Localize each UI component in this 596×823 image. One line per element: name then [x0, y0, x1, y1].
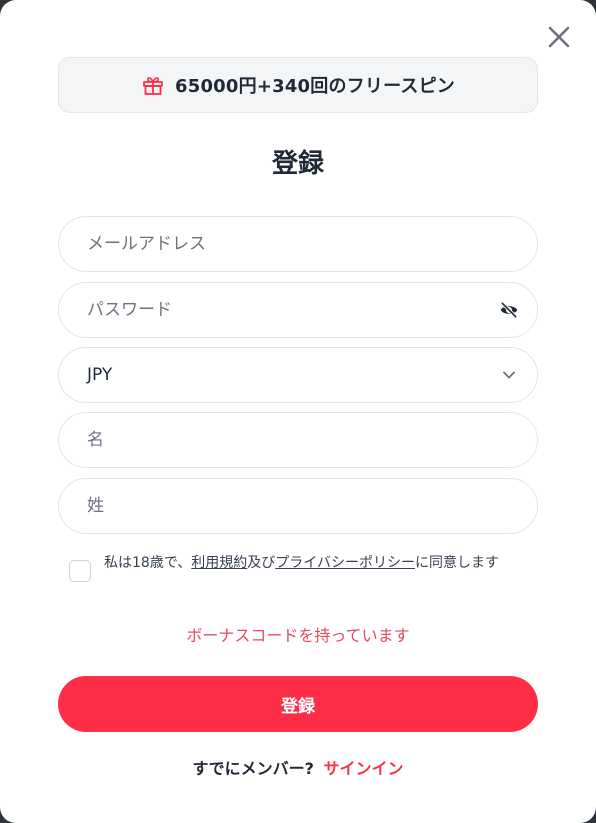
- consent-and: 及び: [247, 555, 276, 571]
- signin-link[interactable]: サインイン: [324, 759, 404, 778]
- signin-row: すでにメンバー? サインイン: [0, 755, 596, 779]
- first-name-field: [58, 412, 538, 468]
- bonus-text: 65000円+340回のフリースピン: [175, 76, 455, 97]
- close-icon: [548, 26, 570, 48]
- consent-prefix: 私は18歳で、: [104, 555, 192, 571]
- consent-suffix: に同意します: [415, 555, 499, 571]
- close-button[interactable]: [546, 24, 572, 50]
- chevron-down-icon: [503, 371, 515, 379]
- registration-modal: 65000円+340回のフリースピン 登録 JPY 私は18歳で、利用規約及びプ…: [0, 0, 596, 823]
- eye-off-icon[interactable]: [499, 300, 519, 320]
- password-input[interactable]: [87, 283, 487, 337]
- terms-consent-text: 私は18歳で、利用規約及びプライバシーポリシーに同意します: [104, 553, 544, 573]
- bonus-banner: 65000円+340回のフリースピン: [58, 57, 538, 113]
- last-name-field: [58, 478, 538, 534]
- register-button[interactable]: 登録: [58, 676, 538, 732]
- gift-icon: [143, 77, 163, 95]
- email-input[interactable]: [87, 217, 487, 271]
- terms-checkbox[interactable]: [69, 560, 91, 582]
- first-name-input[interactable]: [87, 413, 487, 467]
- signin-prompt: すでにメンバー?: [192, 759, 314, 778]
- currency-select[interactable]: JPY: [58, 347, 538, 403]
- modal-title: 登録: [271, 149, 324, 179]
- promo-code-link[interactable]: ボーナスコードを持っています: [0, 622, 596, 646]
- privacy-link[interactable]: プライバシーポリシー: [275, 555, 415, 571]
- currency-value: JPY: [87, 365, 113, 385]
- terms-link[interactable]: 利用規約: [191, 555, 247, 571]
- last-name-input[interactable]: [87, 479, 487, 533]
- email-field: [58, 216, 538, 272]
- password-field: [58, 282, 538, 338]
